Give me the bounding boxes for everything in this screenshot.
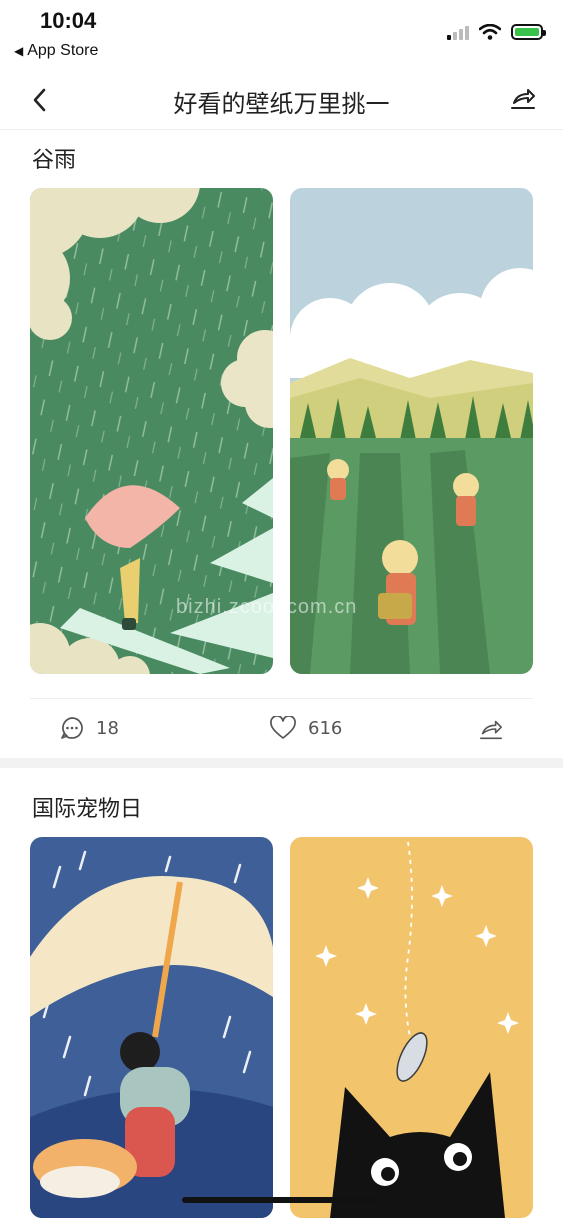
comment-button[interactable]: 18 — [60, 716, 119, 740]
post-share-button[interactable] — [478, 716, 504, 742]
battery-icon — [511, 24, 546, 40]
nav-bar: 好看的壁纸万里挑一 — [0, 70, 563, 130]
heart-icon — [270, 716, 296, 739]
post-title: 国际宠物日 — [32, 797, 143, 822]
wifi-icon — [479, 24, 501, 40]
back-to-app-store[interactable]: ◀ App Store — [14, 42, 98, 60]
status-icons — [447, 24, 546, 40]
like-count: 616 — [308, 717, 343, 739]
like-button[interactable]: 616 — [270, 716, 342, 740]
page-title: 好看的壁纸万里挑一 — [173, 90, 390, 118]
share-icon — [479, 720, 503, 740]
watermark-text: bizhi.zcool.com.cn — [176, 596, 358, 618]
comment-count: 18 — [96, 717, 119, 739]
home-indicator[interactable] — [182, 1197, 382, 1203]
cellular-signal-icon — [447, 24, 469, 40]
post-action-bar: 18 616 — [0, 700, 563, 760]
divider — [30, 698, 533, 699]
status-bar: 10:04 ◀ App Store — [0, 0, 563, 70]
wallpaper-image-black-cat-fish[interactable] — [290, 837, 533, 1218]
status-time: 10:04 — [40, 8, 97, 33]
wallpaper-image-child-dog-umbrella[interactable] — [30, 837, 273, 1218]
back-triangle-icon: ◀ — [14, 44, 24, 58]
back-app-label: App Store — [27, 42, 99, 59]
section-separator — [0, 758, 563, 768]
comment-icon — [61, 717, 83, 739]
post-title: 谷雨 — [32, 148, 77, 173]
share-icon[interactable] — [509, 85, 537, 113]
